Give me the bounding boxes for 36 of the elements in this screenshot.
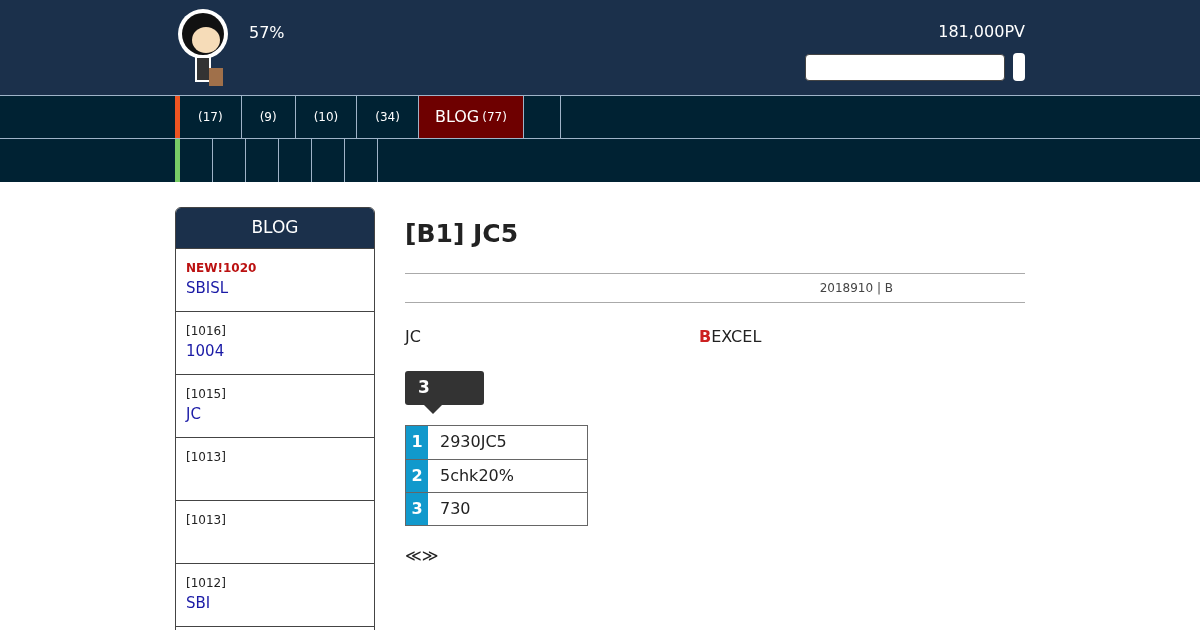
article-title: [B1] JC5 [405,218,520,250]
intro-text: BEXCEL [699,325,762,348]
step-number: 1 [406,425,428,459]
post-link[interactable]: 1004 [186,340,225,363]
post-link[interactable]: SBI [186,592,211,615]
subsection-accent-bar [175,139,180,182]
nav-tab[interactable]: BLOG (77) [418,96,524,138]
step-text: 5chk20% [439,464,515,487]
step-text: 730 [439,497,472,520]
post-date: [1013] [186,512,226,529]
nav-tab[interactable]: (17) [180,96,242,138]
post-link[interactable]: SBISL [186,277,229,300]
article-meta: 2018910 | B [819,279,893,297]
step-number: 2 [406,459,428,492]
nav-tab[interactable]: (10) [295,96,358,138]
post-date: [1015] [186,386,226,403]
pager-link[interactable]: ≪≫ [405,545,439,565]
sidebar-header: BLOG [176,208,374,248]
callout-pointer-icon [424,404,442,414]
search-field[interactable] [805,53,1005,81]
post-link[interactable]: JC [186,403,201,426]
percent-text: 57% [249,22,285,44]
search-button[interactable] [1013,53,1025,81]
intro-text: JC [405,325,421,348]
post-date: [1013] [186,449,226,466]
nav-tab[interactable]: (9) [241,96,296,138]
pageview-count: 181,000PV [938,21,1025,43]
section-accent-bar [175,96,180,138]
post-date: [1012] [186,575,226,592]
step-number: 3 [406,492,428,525]
post-date: [1016] [186,323,226,340]
callout-label: 3 [405,370,484,405]
step-text: 2930JC5 [439,431,508,453]
post-date: NEW!1020 [186,260,257,277]
cartoon-avatar-icon [175,8,231,88]
nav-tab[interactable]: (34) [357,96,419,138]
